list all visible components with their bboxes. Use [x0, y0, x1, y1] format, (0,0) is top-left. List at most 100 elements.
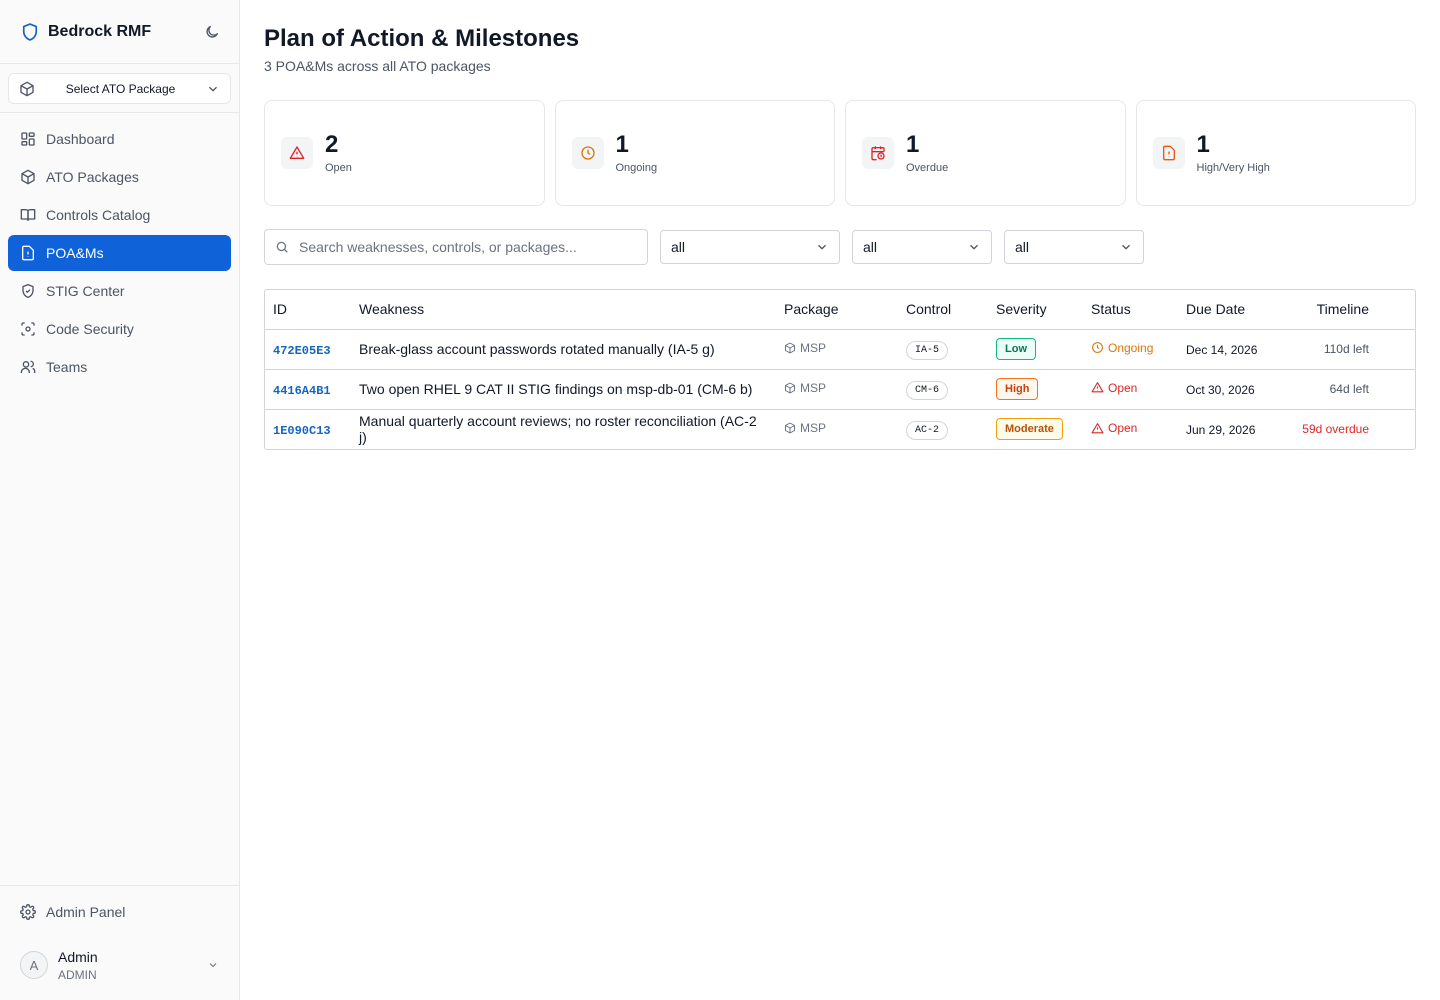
stat-card-overdue: 1 Overdue: [845, 100, 1126, 206]
poam-id-link[interactable]: 1E090C13: [273, 424, 331, 438]
status-cell: Open: [1091, 421, 1137, 435]
table-row[interactable]: 1E090C13 Manual quarterly account review…: [265, 409, 1415, 449]
user-role: ADMIN: [58, 967, 97, 982]
severity-filter-select[interactable]: all: [852, 230, 992, 264]
package-icon: [785, 382, 795, 394]
weakness-cell: Two open RHEL 9 CAT II STIG findings on …: [351, 369, 776, 410]
admin-panel-link[interactable]: Admin Panel: [8, 894, 231, 930]
users-icon: [20, 359, 36, 375]
sidebar-item-teams[interactable]: Teams: [8, 349, 231, 385]
theme-toggle-moon-icon[interactable]: [197, 17, 227, 47]
column-header-weakness[interactable]: Weakness: [351, 290, 776, 330]
poam-id-link[interactable]: 472E05E3: [273, 344, 331, 358]
sidebar-item-label: Controls Catalog: [46, 207, 151, 223]
package-cell: MSP: [784, 341, 826, 355]
brand-header: Bedrock RMF: [0, 0, 239, 64]
alert-triangle-icon: [1091, 382, 1104, 393]
file-alert-icon: [1152, 137, 1185, 169]
severity-badge: Low: [996, 338, 1036, 360]
shield-logo-icon: [20, 22, 40, 42]
sidebar-item-label: ATO Packages: [46, 169, 139, 185]
column-header-timeline[interactable]: Timeline: [1288, 290, 1415, 330]
due-date: Jun 29, 2026: [1186, 423, 1256, 438]
severity-badge: High: [996, 378, 1039, 400]
stat-label: Open: [325, 162, 352, 174]
package-icon: [20, 169, 36, 185]
chevron-down-icon: [967, 240, 981, 254]
severity-badge: Moderate: [996, 418, 1063, 441]
sidebar-item-code-security[interactable]: Code Security: [8, 311, 231, 347]
status-text: Ongoing: [1108, 340, 1154, 355]
column-header-severity[interactable]: Severity: [988, 290, 1083, 330]
chevron-down-icon: [206, 82, 220, 96]
weakness-cell: Break-glass account passwords rotated ma…: [351, 329, 776, 370]
sidebar-item-poams[interactable]: POA&Ms: [8, 235, 231, 271]
status-filter-select[interactable]: all: [660, 230, 840, 264]
package-name: MSP: [800, 341, 827, 355]
chevron-down-icon: [207, 959, 219, 971]
stat-value: 1: [1196, 131, 1210, 158]
select-value: all: [1015, 239, 1030, 255]
due-date: Dec 14, 2026: [1186, 343, 1258, 357]
column-header-control[interactable]: Control: [898, 290, 988, 330]
package-filter-select[interactable]: all: [1004, 230, 1144, 264]
poam-id-link[interactable]: 4416A4B1: [273, 384, 331, 398]
timeline-cell: 110d left: [1288, 329, 1415, 370]
main-content: Plan of Action & Milestones 3 POA&Ms acr…: [264, 24, 1416, 450]
calendar-clock-icon: [862, 137, 894, 169]
avatar: A: [20, 951, 48, 979]
poam-table: ID Weakness Package Control Severity Sta…: [264, 289, 1416, 450]
column-header-id[interactable]: ID: [265, 290, 351, 330]
status-cell: Ongoing: [1091, 341, 1153, 355]
search-icon: [275, 240, 289, 254]
package-name: MSP: [800, 381, 827, 395]
user-menu[interactable]: A Admin ADMIN: [8, 938, 231, 992]
package-cell: MSP: [784, 421, 826, 435]
search-input[interactable]: [299, 239, 637, 255]
package-icon: [785, 422, 795, 434]
stat-label: High/Very High: [1196, 162, 1270, 174]
sidebar-item-label: Dashboard: [46, 131, 115, 147]
stat-value: 2: [325, 131, 339, 158]
package-icon: [785, 342, 795, 354]
column-header-status[interactable]: Status: [1083, 290, 1178, 330]
status-text: Open: [1108, 380, 1138, 395]
sidebar-item-controls-catalog[interactable]: Controls Catalog: [8, 197, 231, 233]
column-header-due-date[interactable]: Due Date: [1178, 290, 1288, 330]
sidebar-item-label: STIG Center: [46, 283, 125, 299]
sidebar-item-dashboard[interactable]: Dashboard: [8, 121, 231, 157]
search-box: [264, 229, 648, 265]
ato-package-select[interactable]: Select ATO Package: [8, 73, 231, 104]
timeline-cell: 64d left: [1288, 369, 1415, 410]
chevron-down-icon: [815, 240, 829, 254]
select-value: all: [863, 239, 878, 255]
shield-check-icon: [20, 283, 36, 299]
select-value: all: [671, 239, 686, 255]
clock-icon: [571, 137, 604, 169]
alert-triangle-icon: [1091, 422, 1104, 433]
chevron-down-icon: [1119, 240, 1133, 254]
sidebar-item-stig-center[interactable]: STIG Center: [8, 273, 231, 309]
dashboard-icon: [20, 131, 36, 147]
sidebar-item-label: Teams: [46, 359, 88, 375]
filter-bar: all all all: [264, 229, 1416, 265]
package-icon: [19, 81, 35, 97]
stats-row: 2 Open 1 Ongoing 1 Overdue 1 High/Very H…: [264, 100, 1416, 206]
control-badge: IA-5: [906, 340, 949, 360]
sidebar-item-ato-packages[interactable]: ATO Packages: [8, 159, 231, 195]
due-date: Oct 30, 2026: [1186, 383, 1255, 397]
scan-icon: [20, 321, 36, 337]
column-header-package[interactable]: Package: [776, 290, 898, 330]
admin-panel-label: Admin Panel: [46, 904, 126, 920]
page-subtitle: 3 POA&Ms across all ATO packages: [264, 58, 491, 74]
table-row[interactable]: 472E05E3 Break-glass account passwords r…: [265, 329, 1415, 370]
table-row[interactable]: 4416A4B1 Two open RHEL 9 CAT II STIG fin…: [265, 369, 1415, 410]
gear-icon: [20, 904, 36, 920]
stat-card-open: 2 Open: [264, 100, 545, 206]
sidebar-item-label: Code Security: [46, 321, 134, 337]
alert-triangle-icon: [281, 137, 313, 169]
sidebar: Bedrock RMF Select ATO Package Dashboard: [0, 0, 240, 1000]
weakness-cell: Manual quarterly account reviews; no ros…: [359, 413, 757, 446]
page-title: Plan of Action & Milestones: [264, 25, 580, 52]
ato-package-select-label: Select ATO Package: [65, 81, 176, 96]
